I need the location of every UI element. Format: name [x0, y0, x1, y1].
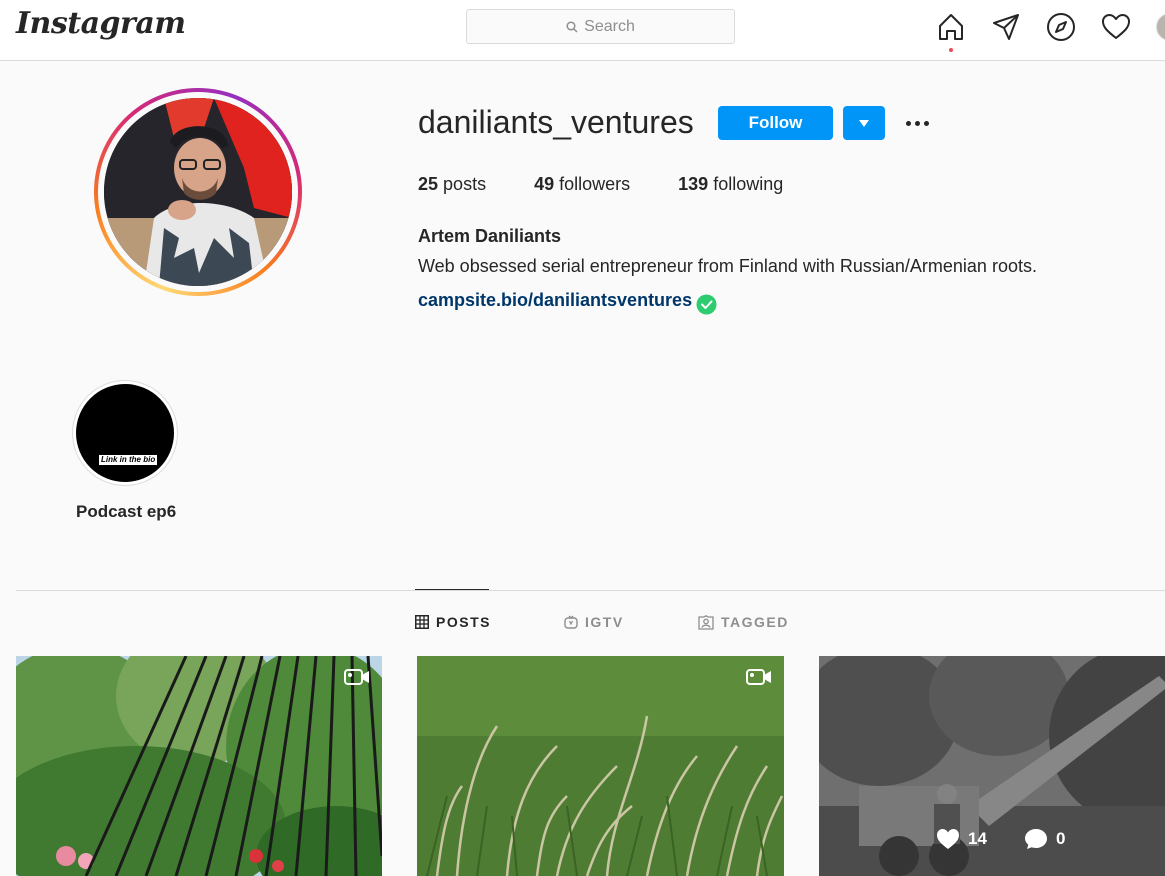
following-link[interactable]: 139 following — [678, 174, 783, 195]
search-placeholder: Search — [584, 17, 635, 35]
video-icon — [746, 669, 771, 685]
tab-label: POSTS — [436, 614, 491, 630]
stat-number: 49 — [534, 174, 555, 194]
post-thumbnail[interactable] — [16, 656, 382, 876]
post-image-grass — [417, 656, 784, 876]
igtv-icon — [564, 615, 578, 629]
tab-igtv[interactable]: IGTV — [564, 614, 624, 630]
story-highlight[interactable]: Link in the bio — [72, 380, 178, 486]
highlight-label[interactable]: Podcast ep6 — [76, 502, 176, 522]
profile-avatar-story-ring[interactable] — [94, 88, 302, 296]
search-icon — [566, 20, 578, 33]
post-likes: 14 — [936, 828, 987, 850]
stat-number: 25 — [418, 174, 439, 194]
profile-stats: 25 posts 49 followers 139 following — [418, 174, 831, 195]
explore-icon[interactable] — [1046, 12, 1076, 42]
post-thumbnail[interactable]: 14 0 — [819, 656, 1165, 876]
likes-count: 14 — [968, 829, 987, 848]
tabs-divider — [16, 590, 1165, 591]
tab-label: IGTV — [585, 614, 624, 630]
tagged-icon — [698, 614, 714, 630]
profile-photo — [104, 98, 292, 286]
search-input[interactable]: Search — [466, 9, 735, 44]
tab-tagged[interactable]: TAGGED — [698, 614, 789, 630]
stat-number: 139 — [678, 174, 709, 194]
active-tab-indicator — [415, 589, 489, 590]
stat-label: followers — [559, 174, 631, 194]
profile-avatar[interactable] — [1156, 13, 1165, 41]
profile-bio: Web obsessed serial entrepreneur from Fi… — [418, 256, 1037, 276]
more-options-icon[interactable] — [900, 110, 934, 136]
notification-dot — [949, 48, 953, 52]
profile-full-name: Artem Daniliants — [418, 226, 562, 246]
bio-link[interactable]: campsite.bio/daniliantsventures — [418, 286, 717, 315]
home-icon[interactable] — [936, 12, 966, 42]
activity-heart-icon[interactable] — [1101, 12, 1131, 42]
profile-username: daniliants_ventures — [418, 104, 694, 140]
highlight-cover: Link in the bio — [76, 384, 174, 482]
caret-down-icon — [859, 119, 869, 127]
direct-icon[interactable] — [991, 12, 1021, 42]
tab-posts[interactable]: POSTS — [415, 614, 491, 630]
bio-link-text[interactable]: campsite.bio/daniliantsventures — [418, 290, 692, 311]
posts-count: 25 posts — [418, 174, 486, 195]
post-hover-overlay — [819, 656, 1165, 876]
tab-label: TAGGED — [721, 614, 789, 630]
video-icon — [344, 669, 369, 685]
comment-icon — [1025, 829, 1047, 849]
stat-label: following — [713, 174, 784, 194]
post-thumbnail[interactable] — [417, 656, 784, 876]
suggested-dropdown-button[interactable] — [843, 106, 885, 140]
followers-link[interactable]: 49 followers — [534, 174, 630, 195]
highlight-cover-text: Link in the bio — [99, 455, 158, 465]
instagram-logo[interactable]: Instagram — [16, 6, 186, 41]
grid-icon — [415, 615, 429, 629]
stat-label: posts — [443, 174, 487, 194]
heart-icon — [937, 829, 959, 849]
post-image-strings — [16, 656, 382, 876]
top-navigation-bar: Instagram Search — [0, 0, 1165, 61]
verified-check-icon — [696, 294, 717, 315]
follow-button[interactable]: Follow — [718, 106, 833, 140]
comments-count: 0 — [1056, 829, 1066, 848]
post-comments: 0 — [1024, 828, 1065, 850]
